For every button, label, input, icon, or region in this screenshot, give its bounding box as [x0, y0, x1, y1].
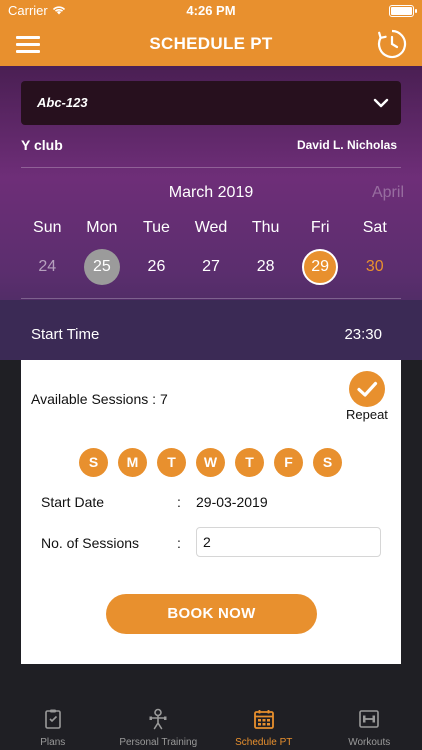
clock-time: 4:26 PM [186, 3, 236, 18]
day-toggle-tue[interactable]: T [157, 448, 186, 477]
weekday-sat: Sat [362, 219, 387, 236]
membership-select-value: Abc-123 [37, 95, 88, 110]
book-now-button[interactable]: BOOK NOW [106, 594, 317, 634]
start-time-label: Start Time [31, 326, 100, 343]
divider [21, 298, 401, 299]
weekday-sun: Sun [33, 219, 62, 236]
calendar-date-selected[interactable]: 29 [293, 249, 348, 285]
calendar-date[interactable]: 28 [238, 249, 293, 285]
checkmark-icon [357, 381, 378, 397]
day-toggle-sat[interactable]: S [313, 448, 342, 477]
navigation-bar: SCHEDULE PT [0, 22, 422, 66]
start-date-value[interactable]: 29-03-2019 [196, 494, 268, 510]
chevron-down-icon [373, 98, 389, 108]
available-sessions-label: Available Sessions : [31, 391, 157, 407]
available-sessions: Available Sessions : 7 [31, 391, 168, 407]
weekday-thu: Thu [251, 219, 280, 236]
calendar-dates: 24 25 26 27 28 29 30 [20, 249, 402, 285]
day-toggle-thu[interactable]: T [235, 448, 264, 477]
day-toggle-wed[interactable]: W [196, 448, 225, 477]
tab-personal-training[interactable]: Personal Training [106, 700, 212, 750]
tab-schedule-pt[interactable]: Schedule PT [211, 700, 317, 750]
clipboard-icon [44, 709, 61, 729]
tab-label: Schedule PT [235, 737, 293, 748]
repeat-checkbox[interactable] [349, 371, 385, 407]
trainer-name: David L. Nicholas [296, 138, 397, 152]
trainer-icon [149, 708, 167, 730]
colon: : [177, 535, 181, 551]
weekday-mon: Mon [86, 219, 118, 236]
weekday-tue: Tue [142, 219, 170, 236]
history-clock-icon[interactable] [376, 28, 408, 60]
page-title: SCHEDULE PT [149, 34, 273, 53]
tab-label: Personal Training [119, 737, 198, 748]
available-sessions-count: 7 [159, 391, 168, 407]
status-bar: Carrier 4:26 PM [0, 0, 422, 22]
calendar-date[interactable]: 27 [184, 249, 239, 285]
start-time-row[interactable]: Start Time 23:30 [0, 300, 422, 360]
calendar-icon [253, 710, 274, 729]
tab-plans[interactable]: Plans [0, 700, 106, 750]
divider [21, 167, 401, 168]
start-time-value: 23:30 [344, 326, 382, 343]
day-toggle-fri[interactable]: F [274, 448, 303, 477]
membership-select[interactable]: Abc-123 [21, 81, 401, 125]
battery-icon [389, 5, 417, 17]
club-name: Y club [21, 137, 63, 153]
weekday-fri: Fri [310, 219, 330, 236]
calendar-date[interactable]: 30 [347, 249, 402, 285]
weekday-wed: Wed [194, 219, 228, 236]
calendar-month: March 2019 [168, 184, 254, 201]
booking-card: Available Sessions : 7 Repeat S M T W T … [21, 360, 401, 664]
dumbbell-icon [359, 710, 380, 728]
calendar-date[interactable]: 24 [20, 249, 75, 285]
repeat-label: Repeat [346, 407, 388, 422]
start-date-label: Start Date [41, 494, 105, 510]
calendar-date[interactable]: 26 [129, 249, 184, 285]
day-toggle-mon[interactable]: M [118, 448, 147, 477]
calendar-date-today[interactable]: 25 [75, 249, 130, 285]
tab-label: Workouts [348, 737, 391, 748]
repeat-days: S M T W T F S [79, 448, 352, 477]
weekday-header: Sun Mon Tue Wed Thu Fri Sat [20, 219, 402, 237]
day-toggle-sun[interactable]: S [79, 448, 108, 477]
tab-bar: Plans Personal Training Schedule PT Work… [0, 700, 422, 750]
next-month-button[interactable]: April [372, 184, 404, 202]
tab-workouts[interactable]: Workouts [317, 700, 422, 750]
sessions-input[interactable] [196, 527, 381, 557]
sessions-label: No. of Sessions [41, 535, 140, 551]
colon: : [177, 494, 181, 510]
tab-label: Plans [40, 737, 66, 748]
